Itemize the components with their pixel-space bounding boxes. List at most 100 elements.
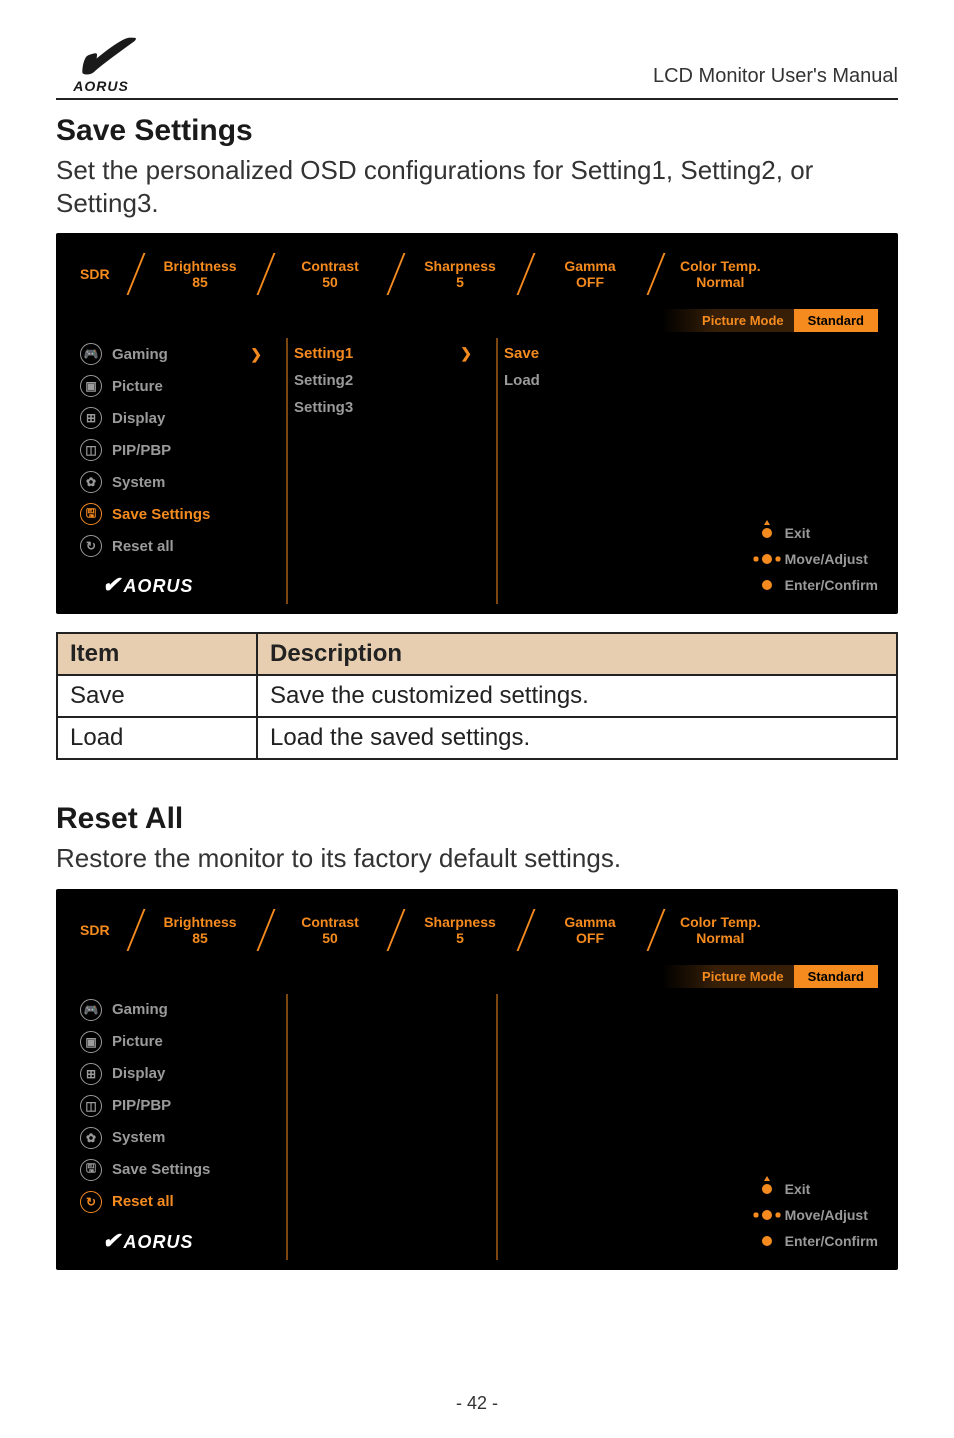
menu-item-save-settings[interactable]: 🖫 Save Settings [80, 498, 280, 530]
reset-icon: ↻ [80, 535, 102, 557]
setting-slot-1[interactable]: Setting1 ❯ [294, 340, 490, 367]
column-divider [286, 994, 288, 1260]
gear-icon: ✿ [80, 471, 102, 493]
joystick-lr-icon [757, 1205, 777, 1225]
table-cell-desc: Load the saved settings. [257, 717, 897, 759]
pip-icon: ◫ [80, 439, 102, 461]
hint-exit: Exit [757, 1176, 878, 1202]
osd-panel-save-settings: SDR Brightness 85 Contrast 50 Sharpness … [56, 233, 898, 614]
table-row: Save Save the customized settings. [57, 675, 897, 717]
menu-item-label: Gaming [112, 346, 168, 363]
hint-move: Move/Adjust [757, 546, 878, 572]
osd-status-bar: SDR Brightness 85 Contrast 50 Sharpness … [80, 251, 878, 301]
aorus-brand-footer: ✔AORUS [80, 562, 280, 604]
osd-panel-reset-all: SDR Brightness 85 Contrast 50 Sharpness … [56, 889, 898, 1270]
hint-move: Move/Adjust [757, 1202, 878, 1228]
osd-main-menu: 🎮 Gaming ❯ ▣ Picture ⊞ Display ◫ PIP/ [80, 338, 280, 604]
action-load[interactable]: Load [504, 367, 700, 394]
stat-contrast: Contrast 50 [280, 258, 380, 290]
column-divider [286, 338, 288, 604]
menu-item-label: Display [112, 410, 165, 427]
menu-item-pip[interactable]: ◫ PIP/PBP [80, 434, 280, 466]
intro-save-settings: Set the personalized OSD configurations … [56, 154, 898, 219]
status-divider [510, 251, 540, 297]
joystick-press-icon [757, 1231, 777, 1251]
gear-icon: ✿ [80, 1127, 102, 1149]
display-icon: ⊞ [80, 1063, 102, 1085]
status-divider [250, 251, 280, 297]
aorus-brand-footer: ✔AORUS [80, 1218, 280, 1260]
menu-item-picture[interactable]: ▣ Picture [80, 370, 280, 402]
stat-gamma-label: Gamma [564, 258, 615, 274]
menu-item-save-settings[interactable]: 🖫 Save Settings [80, 1154, 280, 1186]
stat-brightness: Brightness 85 [150, 258, 250, 290]
header-divider [56, 98, 898, 100]
menu-item-display[interactable]: ⊞ Display [80, 402, 280, 434]
gamepad-icon: 🎮 [80, 999, 102, 1021]
stat-brightness-label: Brightness [163, 258, 236, 274]
chevron-right-icon: ❯ [460, 345, 472, 362]
stat-sharpness-label: Sharpness [424, 258, 496, 274]
stat-contrast-label: Contrast [301, 258, 359, 274]
document-header: LCD Monitor User's Manual [653, 65, 898, 88]
stat-colortemp: Color Temp. Normal [670, 258, 771, 290]
menu-item-gaming[interactable]: 🎮 Gaming ❯ [80, 338, 280, 370]
stat-gamma: Gamma OFF [540, 914, 640, 946]
sdr-indicator: SDR [80, 266, 120, 282]
setting-slot-3[interactable]: Setting3 [294, 394, 490, 421]
save-icon: 🖫 [80, 503, 102, 525]
osd-joystick-hints: Exit Move/Adjust Enter/Confirm [757, 520, 878, 598]
picture-mode-label: Picture Mode [662, 965, 794, 988]
status-divider [640, 251, 670, 297]
osd-action-column: Save Load [504, 338, 700, 604]
setting-slot-2[interactable]: Setting2 [294, 367, 490, 394]
brand-logo: ✔ AORUS [56, 38, 146, 94]
setting-slot-label: Setting1 [294, 345, 353, 362]
heading-save-settings: Save Settings [56, 114, 898, 148]
osd-joystick-hints: Exit Move/Adjust Enter/Confirm [757, 1176, 878, 1254]
menu-item-picture[interactable]: ▣ Picture [80, 1026, 280, 1058]
display-icon: ⊞ [80, 407, 102, 429]
status-divider [120, 907, 150, 953]
chevron-right-icon: ❯ [250, 346, 262, 363]
stat-gamma-value: OFF [576, 274, 604, 290]
picture-mode-value: Standard [794, 309, 878, 332]
hint-exit: Exit [757, 520, 878, 546]
menu-item-reset-all[interactable]: ↻ Reset all [80, 530, 280, 562]
gamepad-icon: 🎮 [80, 343, 102, 365]
column-divider [496, 994, 498, 1260]
stat-contrast-value: 50 [322, 274, 338, 290]
column-divider [496, 338, 498, 604]
table-cell-item: Load [57, 717, 257, 759]
menu-item-display[interactable]: ⊞ Display [80, 1058, 280, 1090]
eagle-icon: ✔ [102, 572, 121, 597]
menu-item-gaming[interactable]: 🎮 Gaming [80, 994, 280, 1026]
picture-mode-label: Picture Mode [662, 309, 794, 332]
menu-item-system[interactable]: ✿ System [80, 466, 280, 498]
table-cell-desc: Save the customized settings. [257, 675, 897, 717]
picture-mode-value: Standard [794, 965, 878, 988]
stat-contrast: Contrast 50 [280, 914, 380, 946]
table-row: Load Load the saved settings. [57, 717, 897, 759]
action-save[interactable]: Save [504, 340, 700, 367]
pip-icon: ◫ [80, 1095, 102, 1117]
menu-item-label: PIP/PBP [112, 442, 171, 459]
stat-sharpness: Sharpness 5 [410, 258, 510, 290]
intro-reset-all: Restore the monitor to its factory defau… [56, 842, 898, 875]
menu-item-pip[interactable]: ◫ PIP/PBP [80, 1090, 280, 1122]
stat-sharpness: Sharpness 5 [410, 914, 510, 946]
menu-item-label: Picture [112, 378, 163, 395]
menu-item-system[interactable]: ✿ System [80, 1122, 280, 1154]
menu-item-reset-all[interactable]: ↻ Reset all [80, 1186, 280, 1218]
page-number: - 42 - [0, 1393, 954, 1414]
status-divider [380, 251, 410, 297]
stat-colortemp: Color Temp. Normal [670, 914, 771, 946]
joystick-up-icon [757, 523, 777, 543]
stat-brightness-value: 85 [192, 274, 208, 290]
reset-icon: ↻ [80, 1191, 102, 1213]
eagle-icon: ✔ [69, 38, 133, 76]
stat-sharpness-value: 5 [456, 274, 464, 290]
stat-colortemp-label: Color Temp. [680, 258, 761, 274]
table-header-item: Item [57, 633, 257, 675]
table-header-desc: Description [257, 633, 897, 675]
